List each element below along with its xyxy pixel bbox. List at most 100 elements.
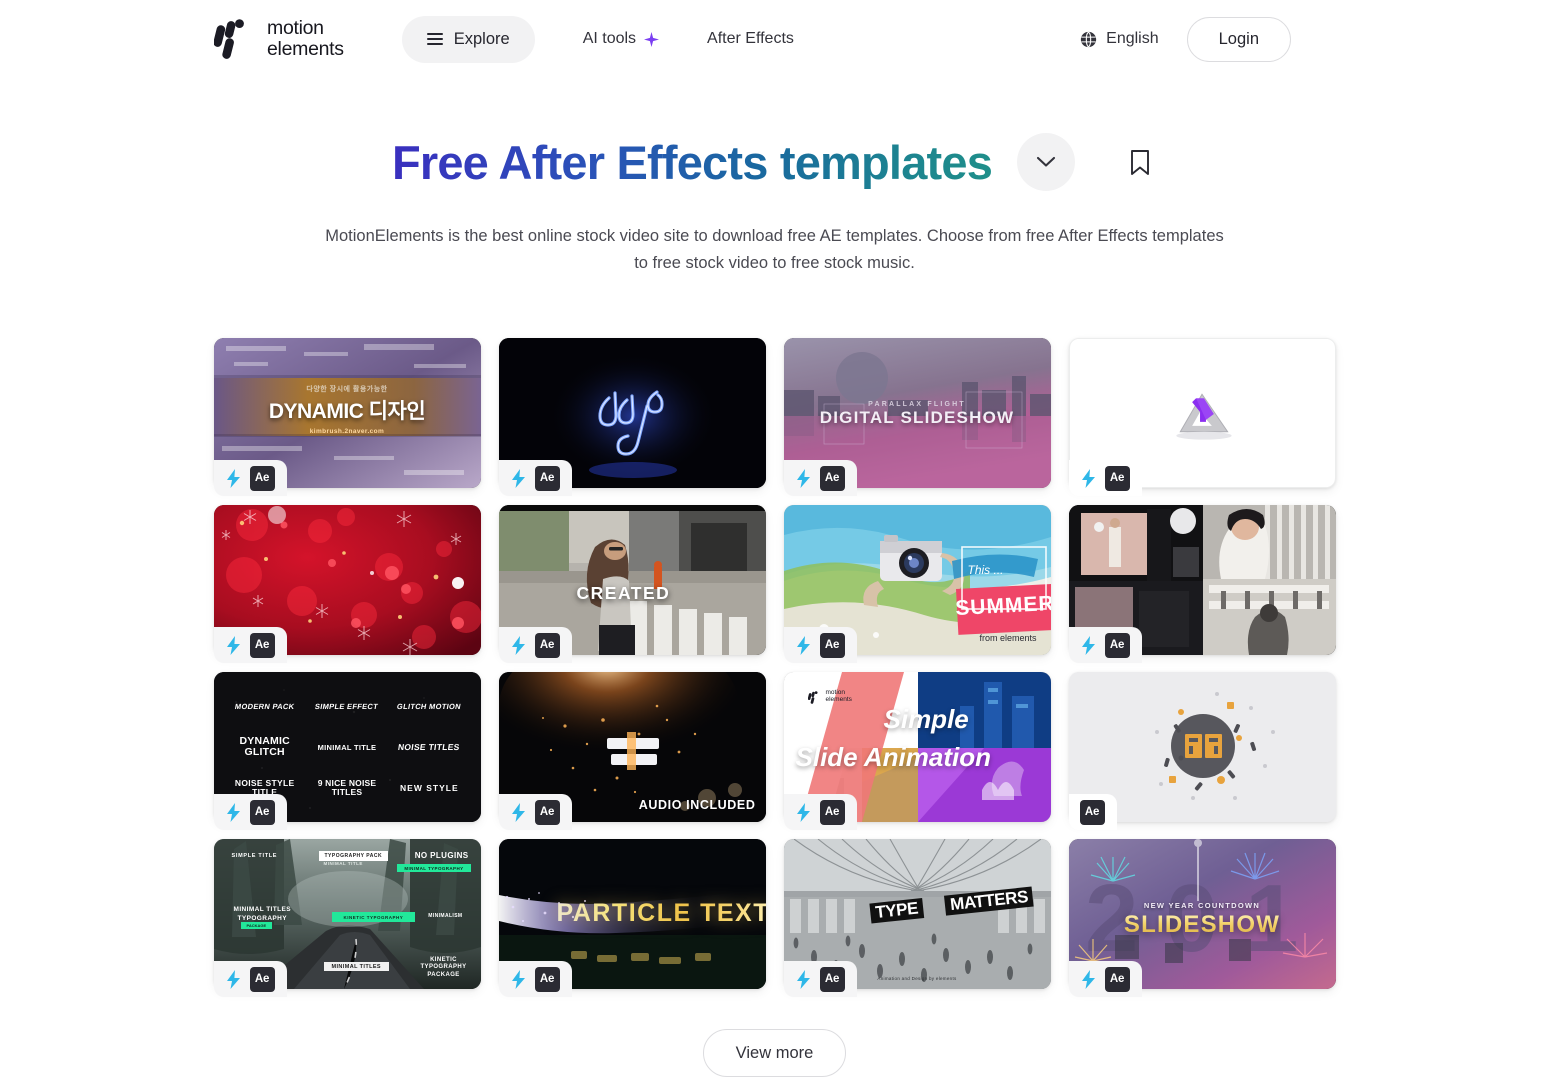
thumb-title: PARTICLE TEXT — [557, 899, 766, 928]
template-card[interactable]: Ae — [1068, 505, 1336, 664]
ae-badge-icon: Ae — [534, 966, 560, 992]
language-label: English — [1106, 30, 1159, 47]
thumb-title: DYNAMIC 디자인 — [268, 400, 426, 424]
card-badges: Ae — [783, 961, 857, 998]
template-card[interactable]: AUDIO INCLUDED Ae — [498, 672, 766, 831]
expand-description-button[interactable] — [1017, 133, 1076, 191]
nav-after-effects-label: After Effects — [707, 30, 794, 47]
logo-mark-icon — [214, 19, 244, 59]
ae-badge-icon: Ae — [819, 799, 845, 825]
template-card[interactable]: MODERN PACK SIMPLE EFFECT GLITCH MOTION … — [213, 672, 481, 831]
card-badges: Ae — [498, 627, 572, 664]
thumb-tile-badge: MINIMAL TITLES — [323, 962, 389, 972]
thumb-caption: AUDIO INCLUDED — [638, 798, 756, 813]
thumb-tile-label: SIMPLE EFFECT — [314, 702, 380, 712]
card-badges: Ae — [783, 460, 857, 497]
free-bolt-icon — [511, 468, 525, 488]
hamburger-icon — [426, 32, 443, 46]
template-card[interactable]: Ae — [498, 338, 766, 497]
thumb-tile-label: MINIMAL TITLE — [323, 861, 363, 867]
thumb-title: Simple — [883, 704, 969, 735]
card-badges: Ae — [1068, 794, 1117, 831]
logo-wordmark: motion elements — [267, 16, 344, 60]
thumb-caption: kimbrush.2naver.com — [309, 428, 385, 436]
ae-badge-icon: Ae — [1104, 632, 1130, 658]
thumb-subtitle: Slide Animation — [795, 742, 992, 773]
header-right-group: English Login — [1080, 16, 1291, 62]
ae-badge-icon: Ae — [534, 632, 560, 658]
template-card[interactable]: CREATED Ae — [498, 505, 766, 664]
template-card[interactable]: PARALLAX FLIGHT DIGITAL SLIDESHOW Ae — [783, 338, 1051, 497]
card-badges: Ae — [498, 794, 572, 831]
view-more-section: View more — [0, 1029, 1549, 1078]
thumb-caption: KINETIC TYPOGRAPHY PACKAGE — [420, 956, 467, 978]
thumb-subtitle: 다양한 장시에 활용가능한 — [306, 386, 388, 394]
template-card[interactable]: motion elements Simple Slide Animation A… — [783, 672, 1051, 831]
free-bolt-icon — [511, 802, 525, 822]
thumb-tile-label: GLITCH MOTION — [396, 702, 463, 712]
free-bolt-icon — [1081, 969, 1095, 989]
free-bolt-icon — [1081, 468, 1095, 488]
template-card[interactable]: 201 NEW YEAR COUNTDOWN SLIDESH — [1068, 839, 1336, 998]
globe-icon — [1080, 31, 1097, 47]
ae-badge-icon: Ae — [1079, 799, 1105, 825]
view-more-button[interactable]: View more — [702, 1029, 847, 1078]
free-bolt-icon — [1081, 635, 1095, 655]
card-badges: Ae — [213, 794, 287, 831]
template-card[interactable]: SIMPLE TITLE TYPOGRAPHY PACK MINIMAL TIT… — [213, 839, 481, 998]
nav-ai-tools-label: AI tools — [582, 30, 637, 47]
template-card[interactable]: Ae — [1068, 338, 1336, 497]
thumb-tile-label: NOISE TITLES — [397, 742, 461, 753]
ae-badge-icon: Ae — [1104, 465, 1130, 491]
card-badges: Ae — [213, 961, 287, 998]
thumb-tile-badge: TYPOGRAPHY PACK — [318, 851, 389, 862]
site-header: motion elements Explore AI tools After E… — [0, 0, 1549, 78]
thumb-tile-label: DYNAMIC GLITCH — [239, 734, 290, 759]
thumb-subtitle: NEW YEAR COUNTDOWN — [1143, 901, 1261, 911]
thumb-title: CREATED — [576, 583, 671, 604]
logo-mark-icon — [807, 690, 818, 704]
bookmark-icon — [1131, 149, 1150, 175]
card-badges: Ae — [498, 961, 572, 998]
template-grid: 다양한 장시에 활용가능한 DYNAMIC 디자인 kimbrush.2nave… — [213, 338, 1336, 998]
card-badges: Ae — [213, 460, 287, 497]
thumb-tile-badge: MINIMAL TYPOGRAPHY — [397, 864, 471, 873]
thumb-title: SLIDESHOW — [1069, 911, 1336, 939]
thumb-tile-badge: PACKAGE — [240, 922, 273, 930]
thumb-logo-line2: elements — [825, 696, 852, 704]
explore-button[interactable]: Explore — [401, 15, 535, 63]
language-selector[interactable]: English — [1080, 30, 1159, 48]
thumb-caption: from elements — [979, 633, 1037, 644]
card-badges: Ae — [1068, 961, 1142, 998]
ae-badge-icon: Ae — [819, 966, 845, 992]
sparkle-icon — [644, 31, 660, 47]
free-bolt-icon — [226, 802, 240, 822]
logo-word-line2: elements — [267, 38, 344, 60]
template-card[interactable]: PARTICLE TEXT Ae — [498, 839, 766, 998]
nav-after-effects[interactable]: After Effects — [707, 30, 794, 48]
template-card[interactable]: Ae — [213, 505, 481, 664]
title-row: Free After Effects templates — [0, 133, 1549, 191]
logo-word-line1: motion — [267, 16, 324, 39]
thumb-tile-label: MODERN PACK — [234, 702, 296, 712]
bookmark-button[interactable] — [1123, 145, 1157, 179]
thumb-tile-badge: KINETIC TYPOGRAPHY — [331, 912, 416, 923]
card-badges: Ae — [213, 627, 287, 664]
card-badges: Ae — [783, 627, 857, 664]
template-card[interactable]: 다양한 장시에 활용가능한 DYNAMIC 디자인 kimbrush.2nave… — [213, 338, 481, 497]
motionelements-logo[interactable]: motion elements — [214, 16, 344, 60]
view-more-label: View more — [735, 1043, 814, 1062]
free-bolt-icon — [796, 468, 810, 488]
template-card[interactable]: TYPE MATTERS Animation and Design by ele… — [783, 839, 1051, 998]
ae-badge-icon: Ae — [249, 632, 275, 658]
thumb-tile-label: NEW STYLE — [400, 783, 459, 794]
template-card[interactable]: SUMMER This ... from elements Ae — [783, 505, 1051, 664]
svg-text:SUMMER: SUMMER — [954, 592, 1050, 620]
login-button[interactable]: Login — [1186, 16, 1291, 62]
hero-section: Free After Effects templates MotionEleme… — [0, 78, 1549, 276]
card-badges: Ae — [498, 460, 572, 497]
template-card[interactable]: Ae — [1068, 672, 1336, 831]
ae-badge-icon: Ae — [534, 799, 560, 825]
thumb-subtitle: PARALLAX FLIGHT — [868, 401, 966, 409]
nav-ai-tools[interactable]: AI tools — [582, 30, 660, 48]
